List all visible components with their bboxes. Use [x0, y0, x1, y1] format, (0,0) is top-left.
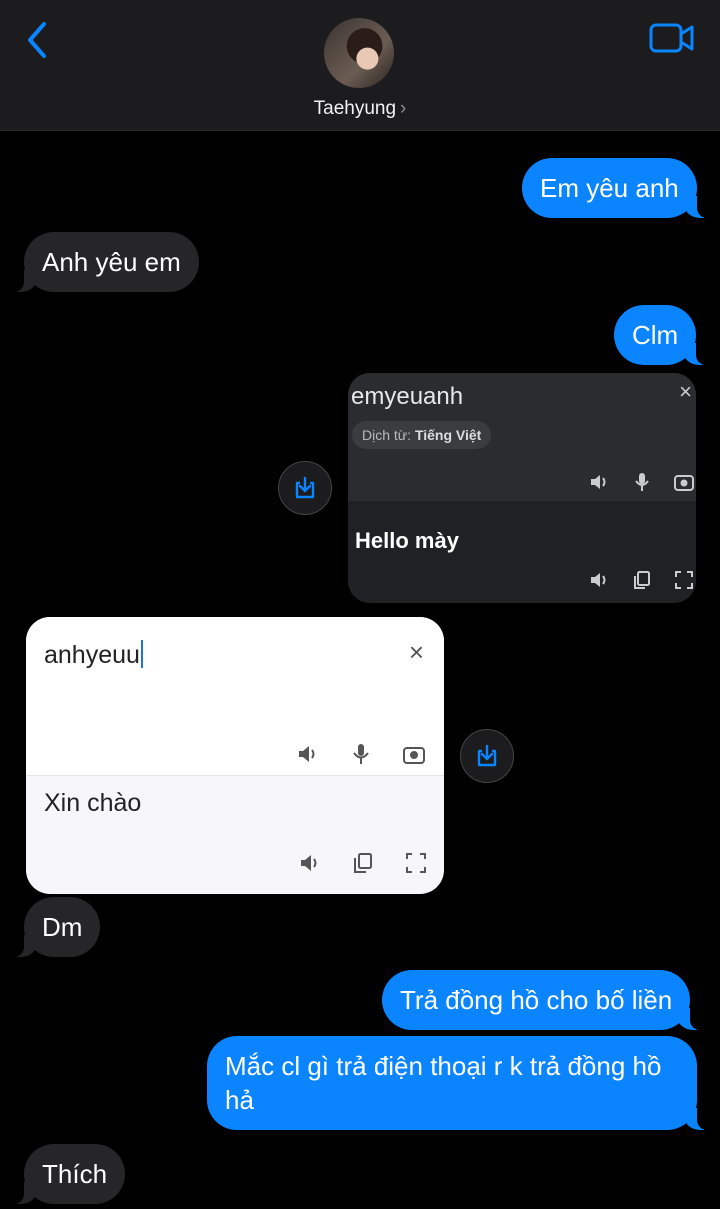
- download-icon: [477, 744, 497, 767]
- chat-header: Taehyung ›: [0, 0, 720, 131]
- download-icon: [295, 476, 315, 499]
- contact-name: Taehyung: [313, 98, 397, 119]
- message-bubble-outgoing[interactable]: Mắc cl gì trả điện thoại r k trả đồng hồ…: [207, 1036, 715, 1130]
- microphone-icon: [353, 744, 369, 764]
- source-panel: anhyeuu ×: [26, 617, 444, 776]
- message-bubble-outgoing[interactable]: Clm: [614, 305, 715, 365]
- translate-screenshot-dark[interactable]: emyeuanh × Dịch từ: Tiếng Việt Hello mày: [348, 373, 696, 603]
- message-bubble-outgoing[interactable]: Em yêu anh: [522, 158, 715, 218]
- camera-translate-icon: [674, 475, 694, 491]
- close-icon: ×: [408, 637, 424, 667]
- save-image-button[interactable]: [460, 729, 514, 783]
- message-bubble-outgoing[interactable]: Trả đồng hồ cho bố liền: [382, 970, 709, 1030]
- source-text: anhyeuu: [44, 640, 143, 670]
- chevron-left-icon[interactable]: [22, 20, 58, 60]
- message-text: Anh yêu em: [42, 247, 181, 277]
- text-caret: [140, 640, 143, 668]
- message-bubble-incoming[interactable]: Dm: [5, 897, 101, 957]
- message-text: Mắc cl gì trả điện thoại r k trả đồng hồ…: [225, 1051, 662, 1115]
- avatar[interactable]: [324, 18, 394, 88]
- speaker-icon: [591, 573, 606, 587]
- fullscreen-icon: [406, 853, 426, 873]
- result-text: Xin chào: [44, 789, 142, 817]
- message-text: Clm: [632, 320, 679, 350]
- message-text: Dm: [42, 912, 83, 942]
- speaker-icon: [299, 746, 315, 762]
- message-bubble-incoming[interactable]: Anh yêu em: [6, 232, 199, 292]
- message-bubble-incoming[interactable]: Thích: [5, 1144, 126, 1204]
- contact-name-button[interactable]: Taehyung ›: [0, 98, 720, 120]
- result-text: Hello mày: [355, 528, 459, 553]
- save-image-button[interactable]: [278, 461, 332, 515]
- detected-language: Tiếng Việt: [414, 427, 482, 443]
- fullscreen-icon: [675, 571, 693, 589]
- detected-prefix: Dịch từ:: [362, 427, 412, 443]
- video-call-icon[interactable]: [648, 20, 696, 56]
- camera-translate-icon: [403, 747, 425, 764]
- detected-language-chip: Dịch từ: Tiếng Việt: [352, 421, 492, 449]
- source-text-value: anhyeuu: [44, 641, 140, 669]
- message-text: Em yêu anh: [540, 173, 679, 203]
- copy-icon: [354, 853, 372, 873]
- copy-icon: [634, 571, 650, 589]
- source-text: emyeuanh: [351, 383, 464, 410]
- close-icon: ×: [679, 379, 692, 404]
- source-panel: emyeuanh × Dịch từ: Tiếng Việt: [348, 373, 696, 501]
- message-text: Trả đồng hồ cho bố liền: [400, 985, 673, 1015]
- microphone-icon: [635, 473, 649, 491]
- speaker-icon: [591, 475, 606, 489]
- translate-screenshot-light[interactable]: anhyeuu × Xin chào: [26, 617, 444, 894]
- speaker-icon: [301, 855, 317, 871]
- chevron-right-icon: ›: [400, 98, 407, 119]
- message-text: Thích: [42, 1159, 108, 1189]
